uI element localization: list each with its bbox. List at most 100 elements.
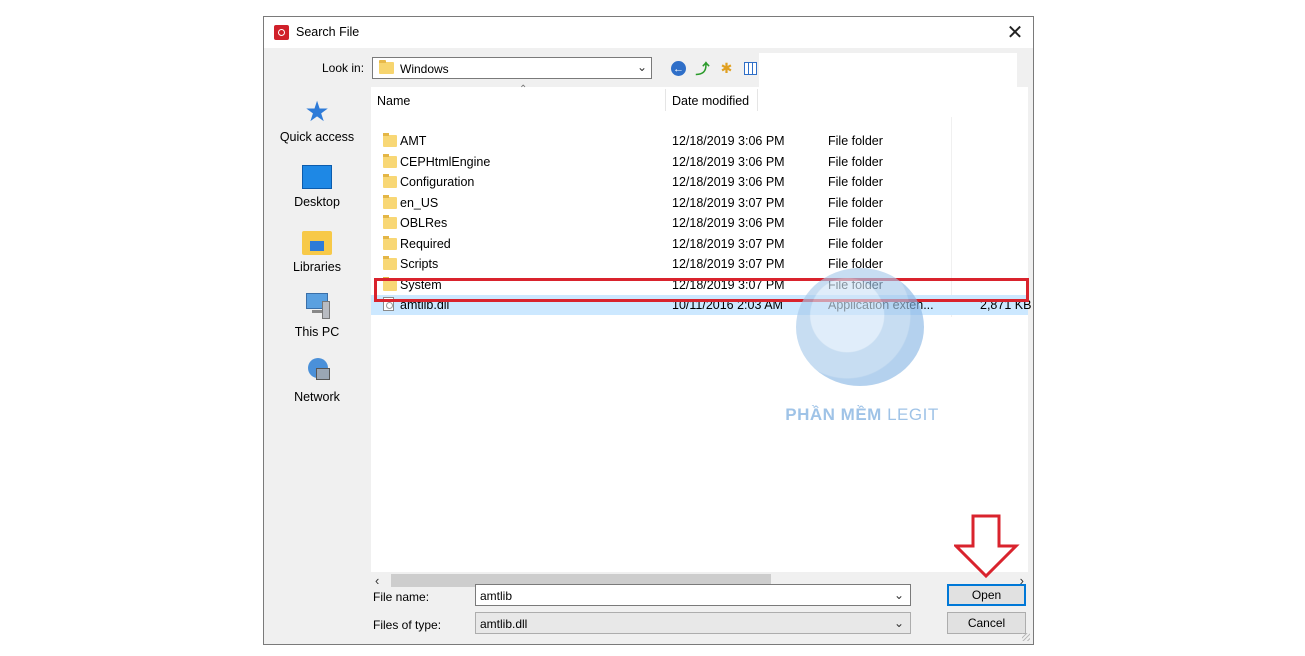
toolbar-edge — [1017, 53, 1027, 87]
table-row[interactable]: Required 12/18/2019 3:07 PM File folder — [371, 234, 1028, 254]
sidebar-item-network[interactable]: Network — [269, 358, 365, 418]
new-folder-button[interactable]: ✱ — [718, 60, 735, 77]
folder-icon — [379, 60, 394, 74]
file-date: 10/11/2016 2:03 AM — [672, 298, 783, 312]
file-size: 2,871 KB — [980, 298, 1032, 312]
resize-grip-icon[interactable] — [1022, 633, 1030, 641]
sidebar-item-label: Desktop — [294, 195, 340, 209]
folder-icon — [383, 256, 397, 270]
look-in-dropdown[interactable]: Windows ⌄ — [372, 57, 652, 79]
table-row[interactable]: Configuration 12/18/2019 3:06 PM File fo… — [371, 172, 1028, 192]
sidebar-item-libraries[interactable]: Libraries — [269, 228, 365, 288]
file-type: File folder — [828, 277, 883, 292]
file-type-label: Files of type: — [373, 618, 442, 632]
file-name: amtlib.dll — [400, 298, 450, 312]
folder-icon — [383, 174, 397, 188]
sidebar-item-label: Libraries — [293, 260, 341, 274]
toolbar-overlay — [759, 53, 1017, 87]
folder-icon — [383, 276, 397, 291]
sidebar-item-label: This PC — [294, 325, 340, 339]
up-folder-button[interactable]: ⤴ — [694, 60, 711, 77]
back-arrow-icon: ← — [671, 61, 686, 76]
table-row[interactable]: CEPHtmlEngine 12/18/2019 3:06 PM File fo… — [371, 152, 1028, 172]
open-button[interactable]: Open — [947, 584, 1026, 606]
chevron-down-icon: ⌄ — [893, 616, 904, 630]
table-row[interactable]: Scripts 12/18/2019 3:07 PM File folder — [371, 254, 1028, 274]
chevron-down-icon: ⌄ — [636, 60, 647, 74]
title-bar: Search File ✕ — [264, 17, 1033, 48]
chevron-down-icon[interactable]: ⌄ — [894, 588, 904, 602]
network-icon — [302, 358, 332, 386]
folder-icon — [383, 194, 397, 209]
file-list[interactable]: ⌃ Name Date modified AMT 12/18/2019 3:06… — [371, 84, 1032, 572]
column-header-name[interactable]: Name — [377, 94, 410, 108]
file-type: File folder — [828, 154, 883, 169]
table-row[interactable]: AMT 12/18/2019 3:06 PM File folder — [371, 131, 1028, 151]
file-date: 12/18/2019 3:07 PM — [672, 277, 785, 292]
view-menu-button[interactable] — [742, 60, 759, 77]
file-type-dropdown[interactable]: amtlib.dll ⌄ — [475, 612, 911, 634]
file-name-input[interactable]: amtlib ⌄ — [475, 584, 911, 606]
sidebar-item-label: Network — [294, 390, 340, 404]
folder-icon — [383, 235, 397, 250]
file-type: File folder — [828, 175, 883, 189]
sidebar-item-desktop[interactable]: Desktop — [269, 163, 365, 223]
file-type: File folder — [828, 257, 883, 271]
file-name: Scripts — [400, 257, 439, 271]
look-in-label: Look in: — [322, 61, 365, 75]
file-name: Required — [400, 236, 451, 251]
file-name: System — [400, 277, 442, 292]
dialog-title: Search File — [296, 25, 360, 39]
column-header-date[interactable]: Date modified — [672, 94, 749, 108]
file-type-value: amtlib.dll — [480, 617, 528, 631]
file-date: 12/18/2019 3:07 PM — [672, 236, 785, 251]
new-folder-icon: ✱ — [720, 60, 733, 76]
file-date: 12/18/2019 3:06 PM — [672, 216, 785, 230]
file-name: en_US — [400, 195, 439, 210]
file-name-label: File name: — [373, 590, 430, 604]
file-name: Configuration — [400, 175, 475, 189]
dll-file-icon — [383, 297, 394, 311]
table-row-selected[interactable]: amtlib.dll 10/11/2016 2:03 AM Applicatio… — [371, 295, 1032, 315]
table-row[interactable]: en_US 12/18/2019 3:07 PM File folder — [371, 193, 1028, 213]
file-date: 12/18/2019 3:07 PM — [672, 257, 785, 271]
sort-ascending-icon: ⌃ — [519, 84, 528, 95]
libraries-icon — [302, 231, 332, 255]
file-type: File folder — [828, 236, 883, 251]
file-date: 12/18/2019 3:07 PM — [672, 195, 785, 210]
column-separator[interactable] — [757, 89, 758, 111]
file-type: File folder — [828, 195, 883, 210]
down-arrow-annotation-icon — [954, 514, 1020, 579]
file-name: CEPHtmlEngine — [400, 154, 491, 169]
computer-icon — [302, 293, 332, 321]
sidebar-item-label: Quick access — [279, 130, 355, 144]
file-date: 12/18/2019 3:06 PM — [672, 175, 785, 189]
up-folder-icon: ⤴ — [695, 60, 710, 77]
file-name: OBLRes — [400, 216, 448, 230]
table-row[interactable]: System 12/18/2019 3:07 PM File folder — [371, 275, 1028, 295]
view-icon — [744, 62, 757, 75]
file-name: AMT — [400, 134, 427, 148]
back-button[interactable]: ← — [670, 60, 687, 77]
sidebar-item-this-pc[interactable]: This PC — [269, 293, 365, 353]
sidebar-item-quick-access[interactable]: ★ Quick access — [269, 98, 365, 158]
desktop-icon — [302, 165, 332, 189]
star-icon: ★ — [304, 96, 330, 127]
search-file-dialog: Search File ✕ Look in: Windows ⌄ ← ⤴ ✱ ★… — [263, 16, 1034, 645]
cancel-button[interactable]: Cancel — [947, 612, 1026, 634]
look-in-value: Windows — [400, 62, 449, 76]
file-date: 12/18/2019 3:06 PM — [672, 154, 785, 169]
column-separator[interactable] — [665, 89, 666, 111]
file-date: 12/18/2019 3:06 PM — [672, 134, 785, 148]
table-row[interactable]: OBLRes 12/18/2019 3:06 PM File folder — [371, 213, 1028, 233]
folder-icon — [383, 153, 397, 168]
close-button[interactable]: ✕ — [997, 17, 1033, 48]
file-type: Application exten... — [828, 298, 934, 312]
scroll-left-icon[interactable]: ‹ — [375, 573, 379, 588]
file-type: File folder — [828, 216, 883, 230]
file-name-value: amtlib — [480, 589, 513, 603]
places-sidebar: ★ Quick access Desktop Libraries This PC… — [269, 86, 365, 498]
file-type: File folder — [828, 134, 883, 148]
folder-icon — [383, 133, 397, 147]
folder-icon — [383, 215, 397, 229]
